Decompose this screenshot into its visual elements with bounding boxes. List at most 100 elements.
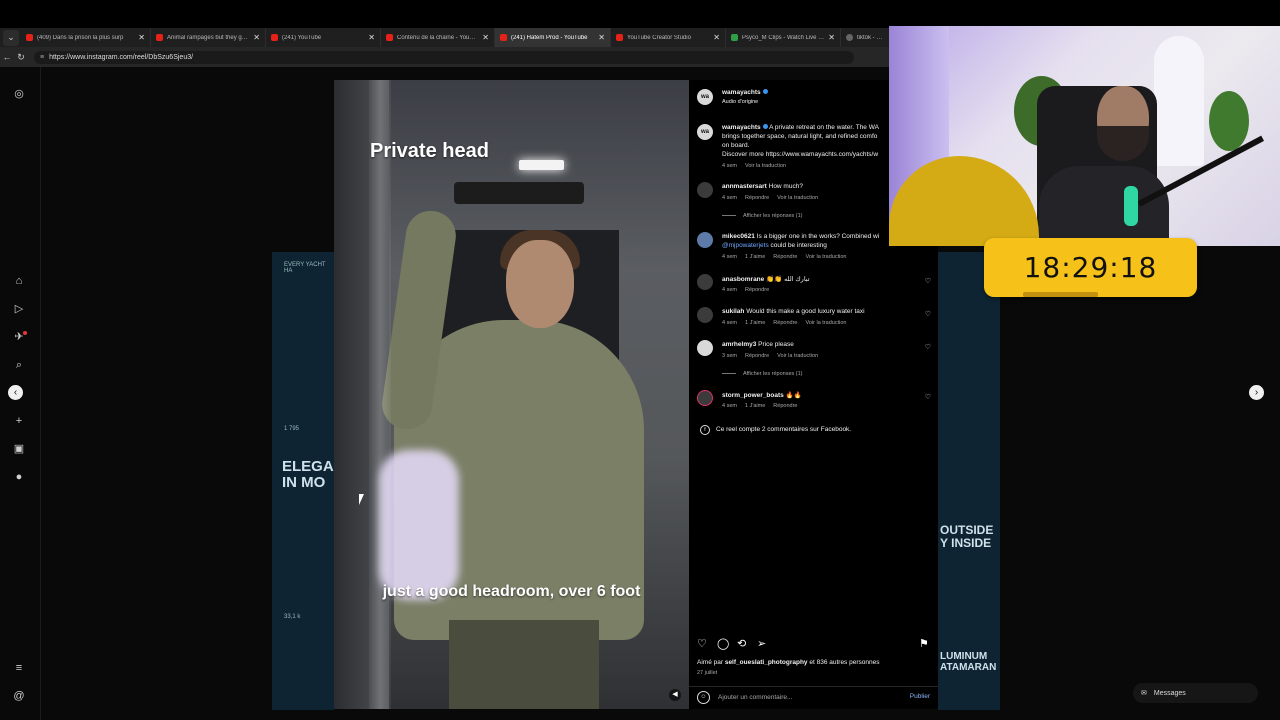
translate-link[interactable]: Voir la traduction	[745, 163, 786, 169]
browser-tab[interactable]: (241) YouTube ✕	[266, 28, 381, 47]
close-tab-icon[interactable]: ✕	[828, 33, 835, 42]
mute-icon[interactable]: ◀	[669, 689, 681, 701]
comment-avatar[interactable]	[697, 182, 713, 198]
profile-avatar-icon[interactable]: ●	[12, 470, 26, 484]
direct-message-icon[interactable]: ✈	[12, 330, 27, 344]
close-tab-icon[interactable]: ✕	[138, 33, 145, 42]
youtube-icon	[156, 34, 163, 41]
reply-link[interactable]: Répondre	[773, 403, 797, 409]
background-reel-tile[interactable]: OUTSIDE Y INSIDE LUMINUM ATAMARAN	[938, 252, 1000, 710]
show-replies-link[interactable]: Afficher les réponses (1)	[722, 213, 803, 219]
likes-count[interactable]: 1 J'aime	[745, 254, 765, 260]
verified-icon	[762, 89, 768, 94]
previous-reel-button[interactable]: ‹	[8, 385, 23, 400]
browser-tab[interactable]: tiktok - Recherche	[841, 28, 888, 47]
translate-link[interactable]: Voir la traduction	[777, 195, 818, 201]
likes-count[interactable]: 1 J'aime	[745, 320, 765, 326]
facebook-icon: f	[700, 425, 710, 435]
comment-meta: 4 sem 1 J'aime Répondre Voir la traduction	[722, 254, 847, 260]
translate-link[interactable]: Voir la traduction	[805, 254, 846, 260]
close-tab-icon[interactable]: ✕	[482, 33, 489, 42]
url-field[interactable]: ≡ https://www.instagram.com/reel/DbSzu6S…	[34, 50, 854, 64]
like-comment-heart-icon[interactable]: ♡	[925, 393, 931, 401]
reply-link[interactable]: Répondre	[745, 287, 769, 293]
timer-progress-bar	[1023, 292, 1098, 297]
reply-link[interactable]: Répondre	[773, 320, 797, 326]
site-info-icon[interactable]: ≡	[40, 54, 44, 61]
browser-tab[interactable]: Animal rampages but they get i ✕	[151, 28, 266, 47]
share-icon[interactable]: ➢	[757, 637, 766, 650]
close-tab-icon[interactable]: ✕	[713, 33, 720, 42]
browser-tab[interactable]: YouTube Creator Studio ✕	[611, 28, 726, 47]
dashboard-icon[interactable]: ▣	[12, 442, 26, 456]
reply-link[interactable]: Répondre	[773, 254, 797, 260]
comment-text: sukilah Would this make a good luxury wa…	[722, 308, 865, 315]
browser-tab[interactable]: (409) Dans la prison la plus surp ✕	[21, 28, 151, 47]
show-replies-link[interactable]: Afficher les réponses (1)	[722, 371, 803, 377]
browser-tab-active[interactable]: (241) Hatem Prod - YouTube ✕	[495, 28, 611, 47]
like-comment-heart-icon[interactable]: ♡	[925, 343, 931, 351]
video-caption-bottom: just a good headroom, over 6 foot	[382, 583, 641, 600]
youtube-icon	[500, 34, 507, 41]
notification-dot	[23, 331, 27, 335]
translate-link[interactable]: Voir la traduction	[805, 320, 846, 326]
threads-icon[interactable]: @	[12, 689, 26, 703]
browser-tab[interactable]: Contenu de la chaîne - YouTube ✕	[381, 28, 495, 47]
like-comment-heart-icon[interactable]: ♡	[925, 277, 931, 285]
comment-text: storm_power_boats 🔥🔥	[722, 392, 802, 399]
comment-avatar[interactable]	[697, 274, 713, 290]
comment-meta: 4 sem Répondre Voir la traduction	[722, 195, 819, 201]
audio-label[interactable]: Audio d'origine	[722, 99, 758, 105]
tile-text: EVERY YACHT HA	[284, 262, 326, 274]
comment-avatar[interactable]	[697, 307, 713, 323]
kick-icon	[731, 34, 738, 41]
reels-icon[interactable]: ▷	[12, 302, 26, 316]
home-icon[interactable]: ⌂	[12, 274, 26, 288]
publish-button[interactable]: Publier	[910, 693, 930, 700]
menu-icon[interactable]: ≡	[12, 661, 26, 675]
search-icon[interactable]: ⌕	[12, 358, 26, 372]
save-bookmark-icon[interactable]: ⚑	[919, 637, 929, 650]
comment-text: mikec0621 Is a bigger one in the works? …	[722, 233, 880, 240]
post-actions: ♡ ◯ ⟲ ➢ ⚑	[697, 637, 930, 651]
repost-icon[interactable]: ⟲	[737, 637, 746, 650]
comment-avatar[interactable]	[697, 340, 713, 356]
caption-line: Discover more https://www.wamayachts.com…	[722, 151, 879, 158]
create-icon[interactable]: +	[12, 414, 26, 428]
comment-avatar[interactable]	[697, 390, 713, 406]
messages-button[interactable]: ✉ Messages	[1133, 683, 1258, 703]
comment-text-continued: @mjpowaterjets could be interesting	[722, 242, 827, 249]
translate-link[interactable]: Voir la traduction	[777, 353, 818, 359]
reel-video[interactable]: Private head just a good headroom, over …	[334, 80, 689, 709]
close-tab-icon[interactable]: ✕	[253, 33, 260, 42]
caption-line: brings together space, natural light, an…	[722, 133, 878, 140]
like-comment-heart-icon[interactable]: ♡	[925, 310, 931, 318]
comment-meta: 3 sem Répondre Voir la traduction	[722, 353, 819, 359]
instagram-logo-icon[interactable]: ◎	[12, 87, 26, 101]
background-reel-tile[interactable]: EVERY YACHT HA 1 795 ELEGA IN MO 33,1 k	[272, 252, 334, 710]
mention-link[interactable]: @mjpowaterjets	[722, 242, 769, 249]
like-heart-icon[interactable]: ♡	[697, 637, 707, 650]
reply-link[interactable]: Répondre	[745, 353, 769, 359]
next-reel-button[interactable]: ›	[1249, 385, 1264, 400]
close-tab-icon[interactable]: ✕	[368, 33, 375, 42]
chevron-left-icon: ‹	[13, 387, 18, 398]
facebook-comments-note: f Ce reel compte 2 commentaires sur Faceb…	[700, 425, 851, 435]
comment-input[interactable]	[716, 693, 900, 702]
browser-tab[interactable]: Psyco_M Clips - Watch Live on I ✕	[726, 28, 841, 47]
author-avatar[interactable]: wa	[697, 89, 713, 105]
author-avatar[interactable]: wa	[697, 124, 713, 140]
emoji-icon[interactable]: ☺	[697, 691, 710, 704]
reply-link[interactable]: Répondre	[745, 195, 769, 201]
close-tab-icon[interactable]: ✕	[598, 33, 605, 42]
comment-icon[interactable]: ◯	[717, 637, 729, 650]
likes-count[interactable]: 1 J'aime	[745, 403, 765, 409]
tab-list-button[interactable]: ⌄	[3, 29, 19, 46]
video-caption-top: Private head	[370, 140, 489, 162]
post-author[interactable]: wamayachts	[722, 89, 768, 96]
back-arrow-icon[interactable]: ←	[0, 52, 14, 62]
reload-icon[interactable]: ↻	[14, 52, 28, 63]
stream-timer: 18:29:18	[984, 238, 1197, 297]
comment-avatar[interactable]	[697, 232, 713, 248]
post-date[interactable]: 27 juillet	[697, 670, 717, 676]
